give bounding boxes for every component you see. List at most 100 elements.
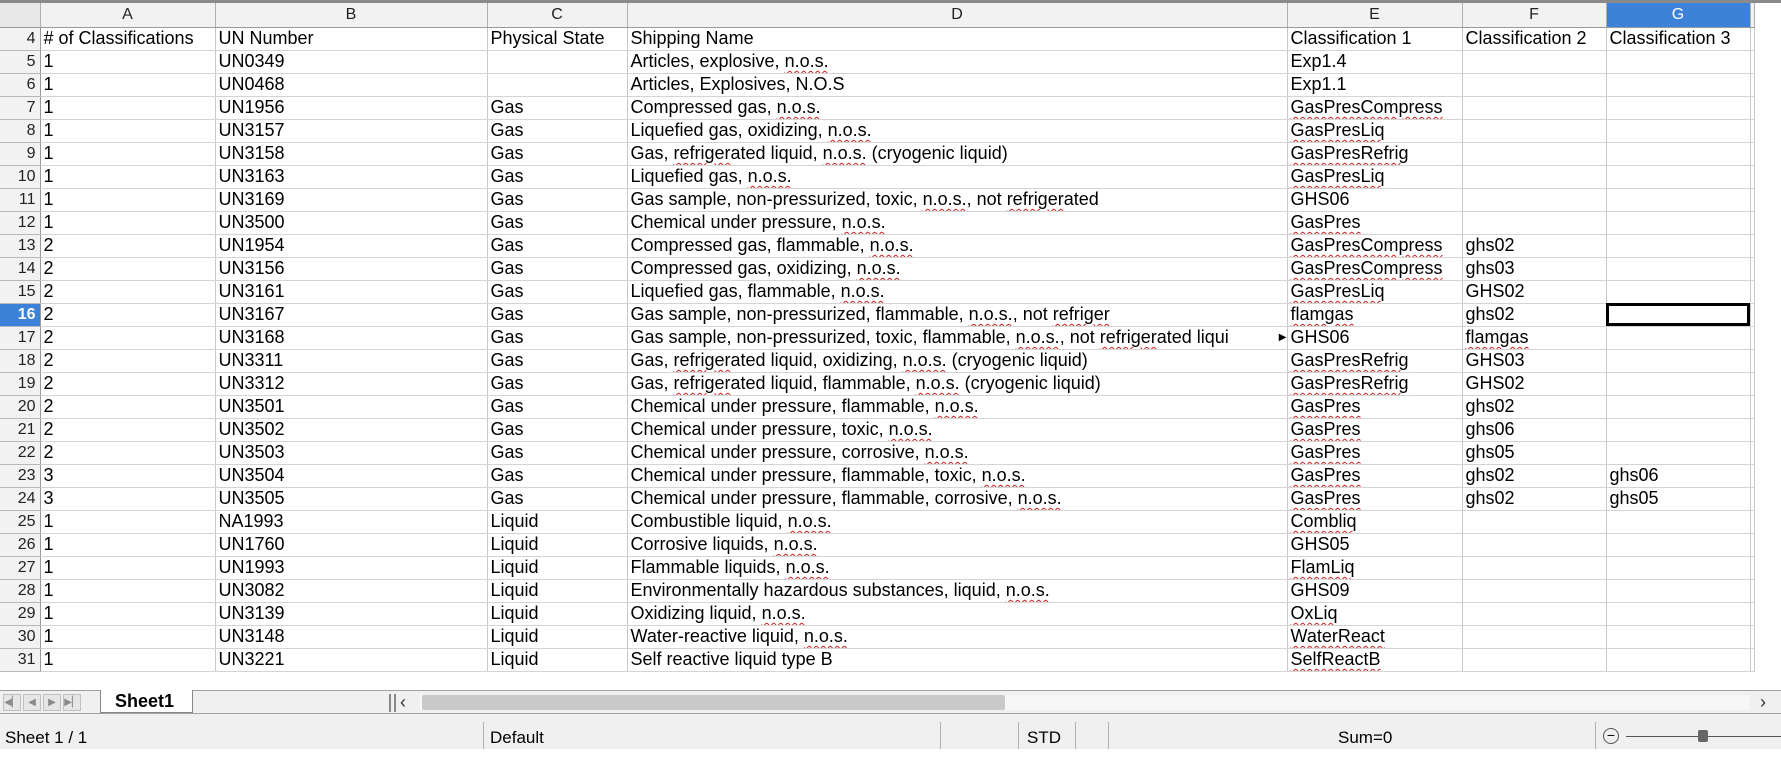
cell-e24[interactable]: GasPres bbox=[1287, 487, 1463, 511]
cell-c15[interactable]: Gas bbox=[487, 280, 628, 304]
row-header[interactable]: 31 bbox=[0, 648, 41, 672]
cell-g23[interactable]: ghs06 bbox=[1606, 464, 1751, 488]
cell-g5[interactable] bbox=[1606, 50, 1751, 74]
column-header-d[interactable]: D bbox=[627, 3, 1288, 28]
cell-g24[interactable]: ghs05 bbox=[1606, 487, 1751, 511]
cell-a27[interactable]: 1 bbox=[40, 556, 216, 580]
cell-g28[interactable] bbox=[1606, 579, 1751, 603]
cell-g27[interactable] bbox=[1606, 556, 1751, 580]
cell-a30[interactable]: 1 bbox=[40, 625, 216, 649]
row-header[interactable]: 12 bbox=[0, 211, 41, 235]
cell-a19[interactable]: 2 bbox=[40, 372, 216, 396]
cell-b26[interactable]: UN1760 bbox=[215, 533, 488, 557]
cell-g13[interactable] bbox=[1606, 234, 1751, 258]
row-header[interactable]: 16 bbox=[0, 303, 41, 327]
cell-f27[interactable] bbox=[1462, 556, 1607, 580]
cell-a24[interactable]: 3 bbox=[40, 487, 216, 511]
column-header-g[interactable]: G bbox=[1606, 3, 1751, 28]
first-sheet-icon[interactable]: ◀▏ bbox=[3, 694, 21, 711]
row-header[interactable]: 13 bbox=[0, 234, 41, 258]
cell-empty[interactable] bbox=[1750, 395, 1755, 419]
cell-c11[interactable]: Gas bbox=[487, 188, 628, 212]
cell-empty[interactable] bbox=[1750, 73, 1755, 97]
row-header[interactable]: 19 bbox=[0, 372, 41, 396]
cell-a29[interactable]: 1 bbox=[40, 602, 216, 626]
cell-c7[interactable]: Gas bbox=[487, 96, 628, 120]
cell-empty[interactable] bbox=[1750, 234, 1755, 258]
cell-c10[interactable]: Gas bbox=[487, 165, 628, 189]
cell-d4[interactable]: Shipping Name bbox=[627, 27, 1288, 51]
cell-f12[interactable] bbox=[1462, 211, 1607, 235]
select-all-corner[interactable] bbox=[0, 3, 41, 28]
cell-c26[interactable]: Liquid bbox=[487, 533, 628, 557]
cell-a5[interactable]: 1 bbox=[40, 50, 216, 74]
cell-g29[interactable] bbox=[1606, 602, 1751, 626]
cell-e7[interactable]: GasPresCompress bbox=[1287, 96, 1463, 120]
cell-c8[interactable]: Gas bbox=[487, 119, 628, 143]
cell-e31[interactable]: SelfReactB bbox=[1287, 648, 1463, 672]
cell-a20[interactable]: 2 bbox=[40, 395, 216, 419]
cell-g18[interactable] bbox=[1606, 349, 1751, 373]
column-header-f[interactable]: F bbox=[1462, 3, 1607, 28]
cell-f19[interactable]: GHS02 bbox=[1462, 372, 1607, 396]
cell-d14[interactable]: Compressed gas, oxidizing, n.o.s. bbox=[627, 257, 1288, 281]
row-header[interactable]: 18 bbox=[0, 349, 41, 373]
cell-g26[interactable] bbox=[1606, 533, 1751, 557]
cell-b7[interactable]: UN1956 bbox=[215, 96, 488, 120]
horizontal-scrollbar[interactable] bbox=[420, 695, 1750, 710]
cell-c28[interactable]: Liquid bbox=[487, 579, 628, 603]
cell-empty[interactable] bbox=[1750, 119, 1755, 143]
row-header[interactable]: 9 bbox=[0, 142, 41, 166]
cell-d19[interactable]: Gas, refrigerated liquid, flammable, n.o… bbox=[627, 372, 1288, 396]
zoom-slider-handle[interactable] bbox=[1698, 730, 1708, 742]
cell-e25[interactable]: Combliq bbox=[1287, 510, 1463, 534]
cell-d27[interactable]: Flammable liquids, n.o.s. bbox=[627, 556, 1288, 580]
cell-empty[interactable] bbox=[1750, 188, 1755, 212]
cell-e26[interactable]: GHS05 bbox=[1287, 533, 1463, 557]
cell-d7[interactable]: Compressed gas, n.o.s. bbox=[627, 96, 1288, 120]
cell-g7[interactable] bbox=[1606, 96, 1751, 120]
cell-a21[interactable]: 2 bbox=[40, 418, 216, 442]
cell-empty[interactable] bbox=[1750, 510, 1755, 534]
cell-g20[interactable] bbox=[1606, 395, 1751, 419]
row-header[interactable]: 20 bbox=[0, 395, 41, 419]
cell-d6[interactable]: Articles, Explosives, N.O.S bbox=[627, 73, 1288, 97]
cell-d10[interactable]: Liquefied gas, n.o.s. bbox=[627, 165, 1288, 189]
cell-d8[interactable]: Liquefied gas, oxidizing, n.o.s. bbox=[627, 119, 1288, 143]
cell-a11[interactable]: 1 bbox=[40, 188, 216, 212]
horizontal-scrollbar-thumb[interactable] bbox=[422, 695, 1005, 710]
cell-a25[interactable]: 1 bbox=[40, 510, 216, 534]
cell-c19[interactable]: Gas bbox=[487, 372, 628, 396]
row-header[interactable]: 26 bbox=[0, 533, 41, 557]
cell-d21[interactable]: Chemical under pressure, toxic, n.o.s. bbox=[627, 418, 1288, 442]
cell-e27[interactable]: FlamLiq bbox=[1287, 556, 1463, 580]
cell-c18[interactable]: Gas bbox=[487, 349, 628, 373]
cell-e19[interactable]: GasPresRefrig bbox=[1287, 372, 1463, 396]
row-header[interactable]: 28 bbox=[0, 579, 41, 603]
cell-d16[interactable]: Gas sample, non-pressurized, flammable, … bbox=[627, 303, 1288, 327]
row-header[interactable]: 29 bbox=[0, 602, 41, 626]
cell-d13[interactable]: Compressed gas, flammable, n.o.s. bbox=[627, 234, 1288, 258]
cell-b28[interactable]: UN3082 bbox=[215, 579, 488, 603]
row-header[interactable]: 23 bbox=[0, 464, 41, 488]
scroll-left-icon[interactable]: ‹ bbox=[400, 693, 406, 711]
cell-c31[interactable]: Liquid bbox=[487, 648, 628, 672]
row-header[interactable]: 21 bbox=[0, 418, 41, 442]
cell-d26[interactable]: Corrosive liquids, n.o.s. bbox=[627, 533, 1288, 557]
column-header-e[interactable]: E bbox=[1287, 3, 1463, 28]
cell-f4[interactable]: Classification 2 bbox=[1462, 27, 1607, 51]
cell-e14[interactable]: GasPresCompress bbox=[1287, 257, 1463, 281]
cell-f29[interactable] bbox=[1462, 602, 1607, 626]
cell-e9[interactable]: GasPresRefrig bbox=[1287, 142, 1463, 166]
cell-e12[interactable]: GasPres bbox=[1287, 211, 1463, 235]
row-header[interactable]: 22 bbox=[0, 441, 41, 465]
sum-display[interactable]: Sum=0 bbox=[1338, 714, 1392, 749]
cell-d12[interactable]: Chemical under pressure, n.o.s. bbox=[627, 211, 1288, 235]
cell-d11[interactable]: Gas sample, non-pressurized, toxic, n.o.… bbox=[627, 188, 1288, 212]
cell-a14[interactable]: 2 bbox=[40, 257, 216, 281]
cell-empty[interactable] bbox=[1750, 211, 1755, 235]
cell-g14[interactable] bbox=[1606, 257, 1751, 281]
cell-a28[interactable]: 1 bbox=[40, 579, 216, 603]
cell-d29[interactable]: Oxidizing liquid, n.o.s. bbox=[627, 602, 1288, 626]
column-header-c[interactable]: C bbox=[487, 3, 628, 28]
